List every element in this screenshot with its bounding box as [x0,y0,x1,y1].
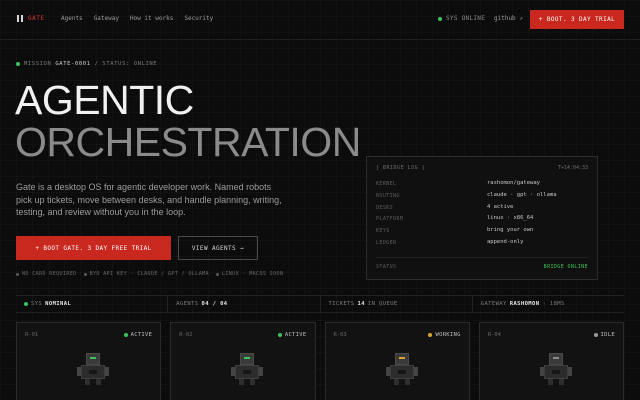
feature-item: NO CARD REQUIRED [16,271,77,277]
github-link[interactable]: github ↗ [494,15,523,22]
robot-id: R-01 [25,332,39,338]
status-dot-icon [438,16,442,21]
nav-link-how-it-works[interactable]: How it works [130,15,173,22]
robot-cards: R-01 ACTIVE R-02 ACTIVE R-03 WORKING R-0… [16,322,624,400]
bridge-value: linux · x86_64 [487,215,534,221]
nav-link-security[interactable]: Security [184,15,213,22]
nav-link-agents[interactable]: Agents [61,15,83,22]
robot-id: R-03 [333,332,347,338]
robot-state: ACTIVE [277,332,307,338]
state-dot-icon [123,333,128,337]
robot-state: ACTIVE [123,332,153,338]
bridge-key: LEDGER [376,240,397,246]
mission-status: / STATUS: ONLINE [94,61,158,67]
brand-logo[interactable]: GATE [17,15,44,22]
robot-state: WORKING [428,332,460,338]
top-nav: GATE Agents Gateway How it works Securit… [0,0,640,40]
feature-item: LINUX · MACOS SOON [215,271,283,277]
bridge-key: ROUTING [376,193,400,199]
bridge-log-time: T+14:04:33 [557,165,588,171]
status-sys: SYS NOMINAL [16,296,169,312]
sys-status-text: SYS ONLINE [446,15,486,22]
nav-links: Agents Gateway How it works Security [61,15,213,22]
bridge-value: rashomon/gateway [487,180,540,186]
state-dot-icon [428,333,433,337]
hero-title-line1: AGENTIC [15,77,194,123]
view-agents-button[interactable]: VIEW AGENTS → [178,236,258,260]
brand-name: GATE [28,15,45,22]
mission-line: MISSION GATE-0001 / STATUS: ONLINE [16,61,157,67]
robot-id: R-02 [179,332,193,338]
mission-prefix: MISSION [24,61,52,67]
status-tickets: TICKETS 14 IN QUEUE [321,296,473,312]
robot-card-r03[interactable]: R-03 WORKING [324,322,470,400]
status-strip: SYS NOMINAL AGENTS 04 / 04 TICKETS 14 IN… [16,295,624,313]
hero-description: Gate is a desktop OS for agentic develop… [16,182,282,217]
bridge-status-label: STATUS [376,264,397,270]
bridge-key: DESKS [376,205,394,211]
sys-status: SYS ONLINE [438,15,485,22]
robot-icon [231,351,264,387]
bridge-status-value: BRIDGE ONLINE [543,264,588,270]
status-gateway: GATEWAY RASHOMON · 18MS [480,301,565,307]
bullet-icon [16,272,19,276]
bridge-divider [376,257,588,258]
robot-card-r02[interactable]: R-02 ACTIVE [170,322,316,400]
bridge-value: bring your own [487,227,534,233]
nav-link-gateway[interactable]: Gateway [94,15,119,22]
robot-icon [385,351,418,387]
robot-icon [539,351,572,387]
nav-boot-button[interactable]: + BOOT. 3 DAY TRIAL [530,10,624,29]
bridge-key: PLATFORM [376,216,404,222]
boot-trial-button[interactable]: + BOOT GATE. 3 DAY FREE TRIAL [16,236,171,260]
robot-card-r04[interactable]: R-04 IDLE [478,322,624,400]
gate-logo-icon [17,15,24,22]
bridge-value: 4 active [487,204,514,210]
bridge-key: KERNEL [376,181,397,187]
hero-title-line2: ORCHESTRATION [15,119,361,165]
state-dot-icon [277,333,282,337]
robot-id: R-04 [487,332,501,338]
bullet-icon [215,272,219,276]
bridge-value: append-only [487,239,524,245]
feature-item: BYO API KEY · CLAUDE / GPT / OLLAMA [83,271,209,277]
robot-card-r01[interactable]: R-01 ACTIVE [16,322,162,400]
robot-icon [77,351,109,387]
mission-dot-icon [16,62,20,66]
state-dot-icon [593,333,598,337]
bridge-log-title: [ BRIDGE LOG ] [376,165,426,171]
bridge-log-panel: [ BRIDGE LOG ] T+14:04:33 KERNEL rashomo… [366,156,598,280]
status-agents: AGENTS 04 / 04 [168,296,321,312]
feature-list: NO CARD REQUIRED BYO API KEY · CLAUDE / … [16,271,283,277]
bullet-icon [83,272,87,276]
sys-dot-icon [24,302,28,306]
bridge-key: KEYS [376,228,390,234]
bridge-value: claude · gpt · ollama [487,192,557,198]
robot-state: IDLE [593,332,615,338]
mission-id: GATE-0001 [55,61,91,67]
